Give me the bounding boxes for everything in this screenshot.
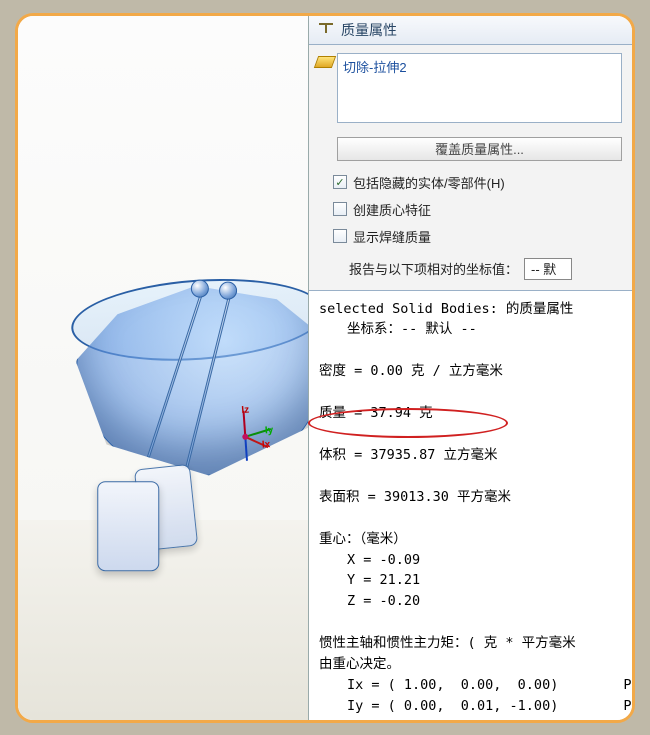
create-com-label: 创建质心特征 (353, 200, 431, 219)
selection-list[interactable]: 切除-拉伸2 (337, 53, 622, 123)
coord-system-row: 报告与以下项相对的坐标值： -- 默 (309, 254, 632, 290)
results-header: selected Solid Bodies: 的质量属性 (319, 299, 622, 320)
principal-by: 由重心决定。 (319, 654, 622, 675)
show-weld-checkbox[interactable] (333, 229, 347, 243)
results-text[interactable]: selected Solid Bodies: 的质量属性坐标系：-- 默认 --… (309, 290, 632, 720)
selection-item[interactable]: 切除-拉伸2 (343, 60, 407, 75)
panel-title: 质量属性 (341, 20, 397, 40)
panel-title-bar: 质量属性 (309, 16, 632, 45)
principal-iz: Iz = ( 0.00, 1.00, 0.01) Pz = 8653 (319, 717, 622, 720)
axis-label-z: Iz (241, 404, 250, 416)
include-hidden-row[interactable]: ✓ 包括隐藏的实体/零部件(H) (333, 169, 622, 196)
create-com-checkbox[interactable] (333, 202, 347, 216)
results-volume: 体积 = 37935.87 立方毫米 (319, 445, 622, 466)
app-frame: Iz Iy Ix 质量属性 切除-拉伸2 覆盖质量属性... ✓ 包括隐藏的实体… (15, 13, 635, 723)
principal-iy: Iy = ( 0.00, 0.01, -1.00) Py = 7296 (319, 696, 622, 717)
centroid-x: X = -0.09 (319, 550, 622, 571)
axis-label-x: Ix (262, 439, 271, 451)
centroid-y: Y = 21.21 (319, 570, 622, 591)
centroid-label: 重心：（毫米） (319, 529, 622, 550)
show-weld-row[interactable]: 显示焊缝质量 (333, 223, 622, 250)
axis-label-y: Iy (265, 424, 274, 436)
model-assembly: Iz Iy Ix (61, 277, 308, 505)
include-hidden-label: 包括隐藏的实体/零部件(H) (353, 173, 505, 192)
results-surface-area: 表面积 = 39013.30 平方毫米 (319, 487, 622, 508)
principal-axis-triad: Iz Iy Ix (219, 404, 283, 468)
create-com-row[interactable]: 创建质心特征 (333, 196, 622, 223)
coord-system-select[interactable]: -- 默 (524, 258, 572, 280)
include-hidden-checkbox[interactable]: ✓ (333, 175, 347, 189)
results-density: 密度 = 0.00 克 / 立方毫米 (319, 361, 622, 382)
results-mass: 质量 = 37.94 克 (319, 403, 622, 424)
results-coordsys: 坐标系：-- 默认 -- (319, 319, 622, 340)
oar-paddle-1 (97, 481, 159, 571)
mass-properties-panel: 质量属性 切除-拉伸2 覆盖质量属性... ✓ 包括隐藏的实体/零部件(H) 创… (308, 16, 632, 720)
principal-label: 惯性主轴和惯性主力矩：( 克 * 平方毫米 (319, 633, 622, 654)
solid-body-icon (314, 56, 336, 68)
graphics-viewport[interactable]: Iz Iy Ix (18, 16, 308, 720)
centroid-z: Z = -0.20 (319, 591, 622, 612)
principal-ix: Ix = ( 1.00, 0.00, 0.00) Px = 3092 (319, 675, 622, 696)
coord-system-label: 报告与以下项相对的坐标值： (349, 259, 518, 278)
balance-scale-icon (317, 23, 335, 37)
override-mass-button[interactable]: 覆盖质量属性... (337, 137, 622, 161)
show-weld-label: 显示焊缝质量 (353, 227, 431, 246)
viewport-floor (18, 520, 308, 720)
options-group: ✓ 包括隐藏的实体/零部件(H) 创建质心特征 显示焊缝质量 (309, 169, 632, 254)
